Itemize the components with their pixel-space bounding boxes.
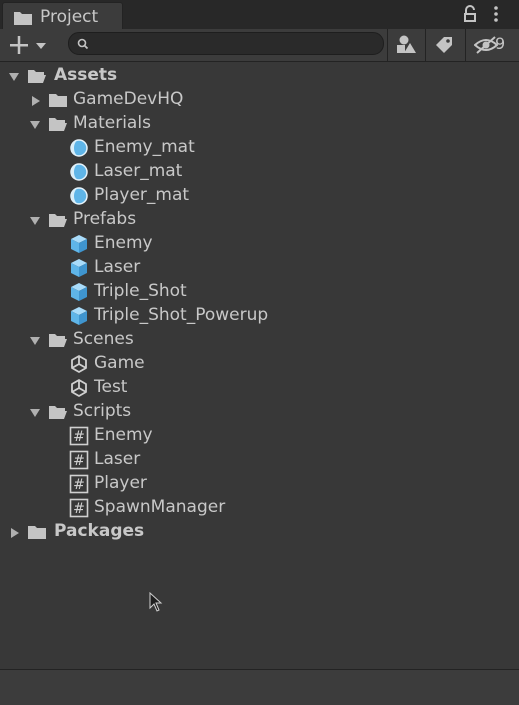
tree-item-materials[interactable]: Materials [0,112,519,136]
tree-item-label: Player [94,473,147,493]
tab-label: Project [40,7,99,27]
tree-item-script[interactable]: # SpawnManager [0,496,519,520]
tree-item-prefabs[interactable]: Prefabs [0,208,519,232]
add-button[interactable] [6,32,56,58]
tab-bar: Project [0,0,519,29]
svg-text:#: # [73,501,85,517]
hidden-packages-button[interactable]: 9 [465,29,519,61]
expanded-arrow-icon[interactable] [29,335,41,347]
material-icon [70,139,88,157]
tree-item-scripts[interactable]: Scripts [0,400,519,424]
material-icon [70,163,88,181]
tree-item-label: Packages [54,521,145,541]
tree-item-label: Game [94,353,145,373]
csharp-script-icon: # [69,474,89,494]
tree-item-label: Enemy [94,233,153,253]
tree-item-prefab[interactable]: Triple_Shot_Powerup [0,304,519,328]
open-folder-icon [49,118,67,131]
tag-icon [436,37,452,53]
tree-item-label: Enemy_mat [94,137,195,157]
tree-item-label: GameDevHQ [73,89,184,109]
prefab-cube-icon [71,259,87,277]
tree-item-scenes[interactable]: Scenes [0,328,519,352]
tree-item-label: Test [94,377,128,397]
search-icon [77,38,89,50]
search-input[interactable] [68,32,384,55]
tree-item-label: Prefabs [73,209,137,229]
tree-item-label: Laser_mat [94,161,183,181]
folder-icon [28,526,46,539]
prefab-cube-icon [71,283,87,301]
shapes-icon [397,35,416,53]
csharp-script-icon: # [69,426,89,446]
tree-item-label: SpawnManager [94,497,226,517]
tree-item-prefab[interactable]: Triple_Shot [0,280,519,304]
tree-item-label: Player_mat [94,185,190,205]
tree-item-script[interactable]: # Laser [0,448,519,472]
tree-item-scene[interactable]: Game [0,352,519,376]
tree-item-scene[interactable]: Test [0,376,519,400]
tree-item-gamedevhq[interactable]: GameDevHQ [0,88,519,112]
svg-text:#: # [73,429,85,445]
more-options-icon[interactable] [493,6,499,22]
expanded-arrow-icon[interactable] [8,71,20,83]
prefab-cube-icon [71,307,87,325]
open-folder-icon [49,214,67,227]
tree-item-label: Triple_Shot [94,281,187,301]
folder-icon [14,12,32,25]
folder-icon [49,94,67,107]
tree-item-prefab[interactable]: Enemy [0,232,519,256]
tree-item-script[interactable]: # Enemy [0,424,519,448]
tree-item-material[interactable]: Enemy_mat [0,136,519,160]
search-by-label-button[interactable] [425,29,463,61]
unity-scene-icon [71,379,87,397]
collapsed-arrow-icon[interactable] [29,95,41,107]
prefab-cube-icon [71,235,87,253]
expanded-arrow-icon[interactable] [29,407,41,419]
tree-item-label: Scripts [73,401,132,421]
open-folder-icon [49,334,67,347]
svg-text:#: # [73,453,85,469]
plus-icon [10,36,46,54]
tree-item-label: Scenes [73,329,134,349]
tree-item-label: Assets [54,65,118,85]
expanded-arrow-icon[interactable] [29,119,41,131]
tree-item-label: Triple_Shot_Powerup [94,305,269,325]
dropdown-arrow-icon [36,43,46,49]
tree-item-label: Laser [94,449,141,469]
unity-scene-icon [71,355,87,373]
search-by-type-button[interactable] [387,29,425,61]
open-folder-icon [28,70,46,83]
tree-item-label: Materials [73,113,151,133]
mouse-cursor-icon [149,592,163,612]
bottom-bar [0,669,519,705]
collapsed-arrow-icon[interactable] [8,527,20,539]
csharp-script-icon: # [69,498,89,518]
open-folder-icon [49,406,67,419]
tree-item-material[interactable]: Laser_mat [0,160,519,184]
tree-item-script[interactable]: # Player [0,472,519,496]
tree-item-label: Laser [94,257,141,277]
project-tree: Assets GameDevHQ Materials Enemy_mat Las… [0,64,519,544]
expanded-arrow-icon[interactable] [29,215,41,227]
lock-icon[interactable] [462,5,478,23]
svg-text:#: # [73,477,85,493]
tab-project[interactable]: Project [2,2,123,29]
tree-item-label: Enemy [94,425,153,445]
tree-item-material[interactable]: Player_mat [0,184,519,208]
csharp-script-icon: # [69,450,89,470]
hidden-count: 9 [495,34,506,53]
material-icon [70,187,88,205]
tree-item-prefab[interactable]: Laser [0,256,519,280]
tree-item-assets[interactable]: Assets [0,64,519,88]
tree-item-packages[interactable]: Packages [0,520,519,544]
